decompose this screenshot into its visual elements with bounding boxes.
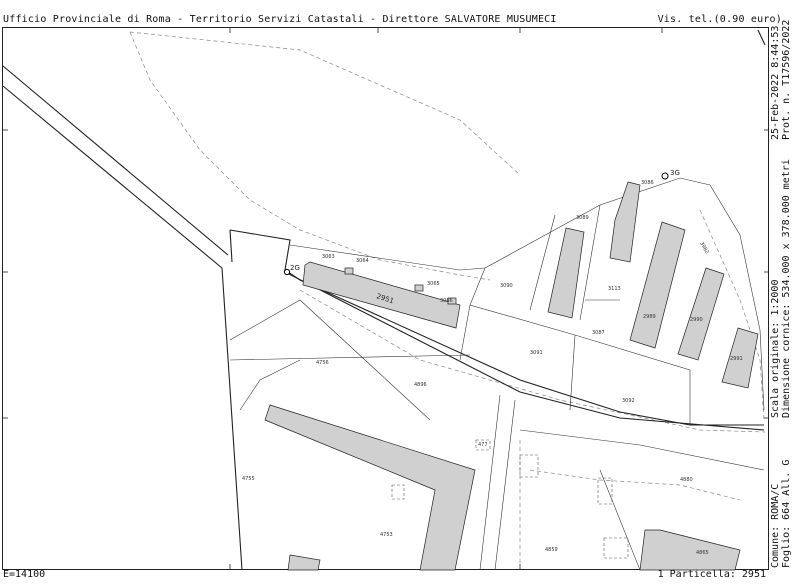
parcel-label: 3066: [440, 298, 453, 304]
parcel-label: 4880: [680, 477, 693, 483]
parcel-label: 3087: [592, 330, 605, 336]
parcel-label: 477: [478, 442, 488, 448]
side-date-block: 25-Feb-2022 8:44:53 Prot. n. T17596/2022: [770, 20, 792, 140]
parcel-label: 3064: [356, 258, 369, 264]
side-foglio: Foglio: 664 All. G: [781, 459, 792, 568]
parcel-label: 4753: [380, 532, 393, 538]
marker-2g: 2G: [290, 264, 300, 272]
parcel-label: 3091: [530, 350, 543, 356]
parcel-label: 4755: [242, 476, 255, 482]
parcel-label: 4865: [696, 550, 709, 556]
cadastral-map: 2G 3G 2951 3063 3064 3065 3066 3090 3091…: [2, 27, 769, 571]
side-dimension: Dimensione cornice: 534.000 x 378.000 me…: [781, 159, 792, 418]
marker-3g: 3G: [670, 169, 680, 177]
side-date: 25-Feb-2022 8:44:53: [770, 25, 781, 140]
side-comune-block: Comune: ROMA/C Foglio: 664 All. G: [770, 460, 792, 568]
parcel-label: 4756: [316, 360, 329, 366]
side-scale-block: Scala originale: 1:2000 Dimensione corni…: [770, 159, 792, 418]
parcel-label: 4896: [414, 382, 427, 388]
parcel-label: 2991: [730, 356, 743, 362]
parcel-label: 4859: [545, 547, 558, 553]
parcel-label: 3065: [427, 281, 440, 287]
parcel-label: 3092: [622, 398, 635, 404]
parcel-label: 2990: [690, 317, 703, 323]
side-comune: Comune: ROMA/C: [770, 483, 781, 568]
east-coordinate: E=14100: [3, 569, 46, 580]
parcel-label: 3982: [698, 241, 710, 255]
parcel-label: 2989: [643, 314, 656, 320]
parcel-label: 3086: [641, 180, 654, 186]
parcel-label: 3090: [500, 283, 513, 289]
side-prot: Prot. n. T17596/2022: [781, 19, 792, 140]
parcel-label: 3113: [608, 286, 621, 292]
parcel-label: 3063: [322, 254, 335, 260]
side-scale: Scala originale: 1:2000: [770, 279, 781, 418]
particle-count: 1 Particella: 2951: [657, 569, 766, 580]
parcel-label: 3089: [576, 215, 589, 221]
